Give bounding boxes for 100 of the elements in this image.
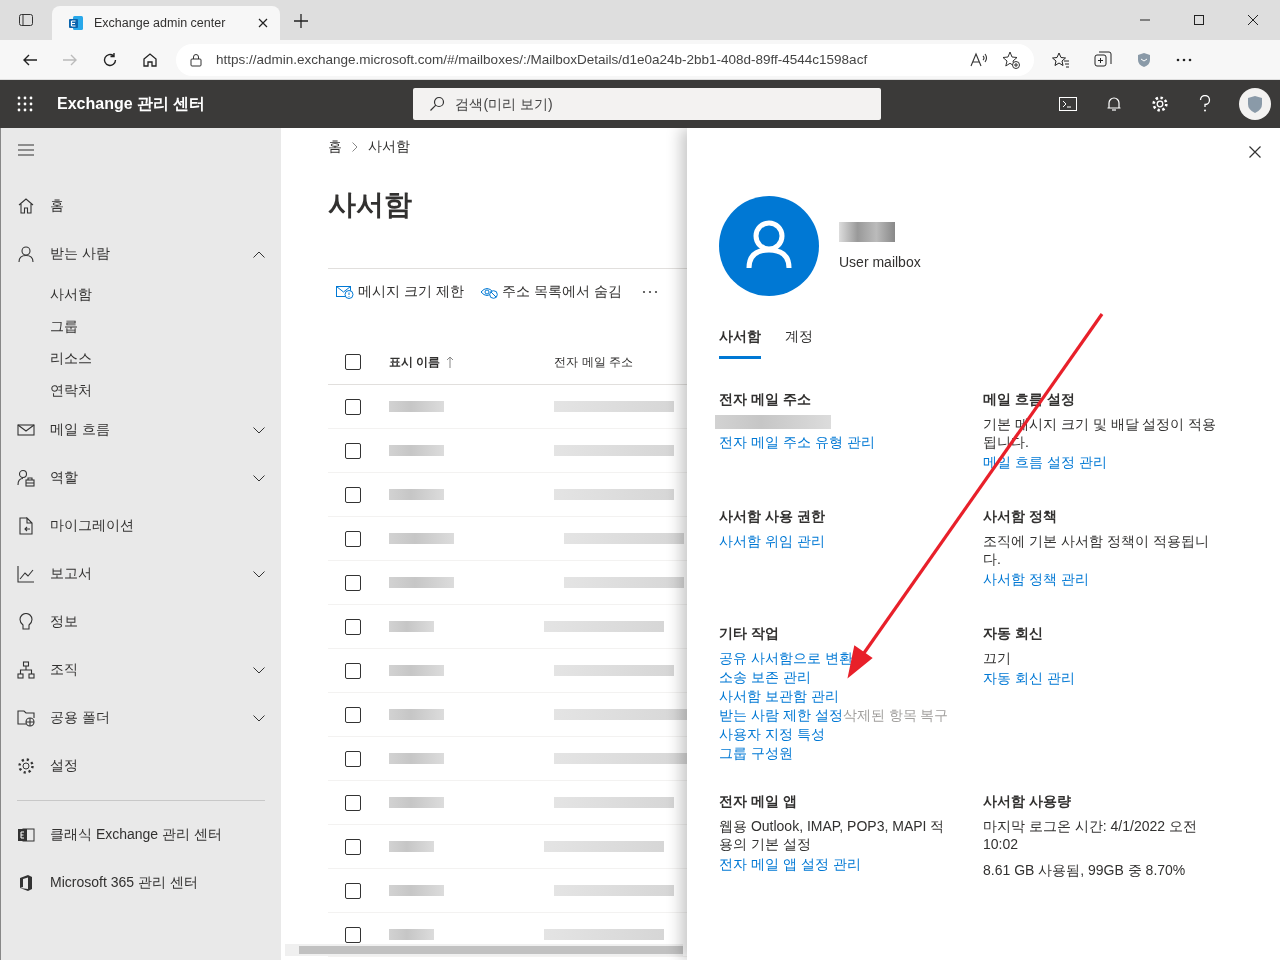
link[interactable]: 받는 사람 제한 설정 (719, 707, 843, 723)
checkbox[interactable] (345, 354, 361, 370)
chevron-down-icon[interactable] (253, 474, 265, 482)
nav-item[interactable]: 정보 (1, 598, 281, 646)
menu-icon[interactable] (18, 144, 34, 156)
nav-item[interactable]: 보고서 (1, 550, 281, 598)
add-favorite-icon[interactable] (1002, 50, 1020, 69)
more-icon[interactable] (1176, 57, 1192, 62)
lock-icon (190, 52, 202, 67)
column-header[interactable]: 표시 이름 (389, 353, 441, 371)
tab[interactable]: 사서함 (719, 324, 761, 359)
nav-subitem[interactable]: 사서함 (1, 278, 281, 310)
close-icon[interactable] (1248, 15, 1258, 25)
toolbar-button[interactable]: 주소 목록에서 숨김 (479, 281, 622, 303)
checkbox[interactable] (345, 706, 361, 723)
avatar-icon[interactable] (1239, 88, 1271, 120)
nav-item[interactable]: 공용 폴더 (1, 694, 281, 742)
chevron-down-icon[interactable] (253, 570, 265, 578)
toolbar-button[interactable]: 메시지 크기 제한 (336, 281, 464, 303)
nav-item[interactable]: 홈 (1, 182, 281, 230)
horizontal-scrollbar[interactable] (285, 944, 683, 956)
nav-item[interactable]: 메일 흐름 (1, 406, 281, 454)
redacted-name (389, 621, 434, 632)
checkbox[interactable] (345, 442, 361, 459)
nav-item[interactable]: 설정 (1, 742, 281, 790)
checkbox[interactable] (345, 618, 361, 635)
checkbox[interactable] (345, 794, 361, 811)
section-text: 8.61 GB 사용됨, 99GB 중 8.70% (983, 861, 1187, 879)
collections-icon[interactable] (1094, 50, 1112, 69)
chevron-down-icon[interactable] (253, 426, 265, 434)
link[interactable]: 전자 메일 앱 설정 관리 (719, 856, 861, 872)
terminal-icon[interactable] (1059, 97, 1077, 111)
nav-item[interactable]: 마이그레이션 (1, 502, 281, 550)
checkbox[interactable] (345, 882, 361, 899)
help-icon[interactable] (1199, 95, 1211, 113)
link[interactable]: 그룹 구성원 (719, 745, 793, 761)
nav-subitem[interactable]: 그룹 (1, 310, 281, 342)
nav-item[interactable]: 받는 사람 (1, 230, 281, 278)
nav-item[interactable]: 조직 (1, 646, 281, 694)
home-icon[interactable] (142, 51, 158, 68)
app-title[interactable]: Exchange 관리 센터 (57, 93, 206, 115)
app-launcher-icon[interactable] (17, 96, 33, 112)
link[interactable]: 사서함 보관함 관리 (719, 688, 839, 704)
redacted-name (389, 929, 434, 940)
tab[interactable]: 계정 (785, 324, 813, 359)
checkbox[interactable] (345, 750, 361, 767)
close-icon[interactable] (258, 18, 268, 28)
redacted-name (839, 222, 895, 242)
maximize-icon[interactable] (1194, 15, 1204, 25)
tab-actions-icon[interactable] (18, 12, 34, 28)
chevron-up-icon[interactable] (253, 250, 265, 258)
section-title: 사서함 사용량 (983, 793, 1072, 811)
folder-icon (17, 709, 35, 727)
favorites-icon[interactable] (1052, 51, 1070, 68)
settings-icon[interactable] (1151, 95, 1169, 113)
bell-icon[interactable] (1107, 96, 1121, 112)
close-icon[interactable] (1249, 146, 1261, 158)
checkbox[interactable] (345, 926, 361, 943)
checkbox[interactable] (345, 574, 361, 591)
checkbox[interactable] (345, 398, 361, 415)
link[interactable]: 자동 회신 관리 (983, 670, 1075, 686)
redacted-name (389, 709, 444, 720)
mail-warning-icon (336, 285, 354, 299)
chevron-down-icon[interactable] (253, 714, 265, 722)
search-field[interactable]: 검색(미리 보기) (413, 88, 882, 120)
section-text: 조직에 기본 사서함 정책이 적용됩니다. (983, 532, 1210, 568)
read-aloud-icon[interactable] (970, 51, 988, 68)
link[interactable]: 전자 메일 주소 유형 관리 (719, 434, 875, 450)
column-header[interactable]: 전자 메일 주소 (554, 353, 633, 371)
nav-item[interactable]: 클래식 Exchange 관리 센터 (1, 811, 281, 859)
nav-item[interactable]: 역할 (1, 454, 281, 502)
exchange-logo-icon (68, 15, 84, 31)
link[interactable]: 공유 사서함으로 변환 (719, 650, 853, 666)
breadcrumb-link[interactable]: 홈 (328, 138, 342, 156)
link[interactable]: 사서함 위임 관리 (719, 533, 825, 549)
chevron-down-icon[interactable] (253, 666, 265, 674)
checkbox[interactable] (345, 662, 361, 679)
shield-icon[interactable] (1136, 51, 1152, 68)
nav-subitem[interactable]: 리소스 (1, 342, 281, 374)
nav-subitem[interactable]: 연락처 (1, 374, 281, 406)
redacted-name (389, 533, 454, 544)
redacted-name (389, 665, 444, 676)
refresh-icon[interactable] (102, 51, 118, 68)
roles-icon (17, 469, 35, 487)
home-icon (17, 197, 35, 215)
checkbox[interactable] (345, 838, 361, 855)
link[interactable]: 사용자 지정 특성 (719, 726, 825, 742)
chevron-right-icon (352, 142, 358, 152)
browser-tab[interactable]: Exchange admin center (52, 6, 280, 40)
address-bar[interactable]: https://admin.exchange.microsoft.com/#/mailboxes/:/MailboxDetails/d1e0a24b-2bb1-408d-89ff-4544c1598acf (176, 43, 1034, 76)
link[interactable]: 사서함 정책 관리 (983, 571, 1089, 587)
checkbox[interactable] (345, 530, 361, 547)
redacted-name (389, 797, 444, 808)
nav-item[interactable]: Microsoft 365 관리 센터 (1, 859, 281, 907)
link[interactable]: 소송 보존 관리 (719, 669, 811, 685)
checkbox[interactable] (345, 486, 361, 503)
redacted-name (389, 753, 444, 764)
chart-icon (17, 565, 35, 583)
new-tab-icon[interactable] (294, 14, 308, 28)
gear-icon (17, 757, 35, 775)
